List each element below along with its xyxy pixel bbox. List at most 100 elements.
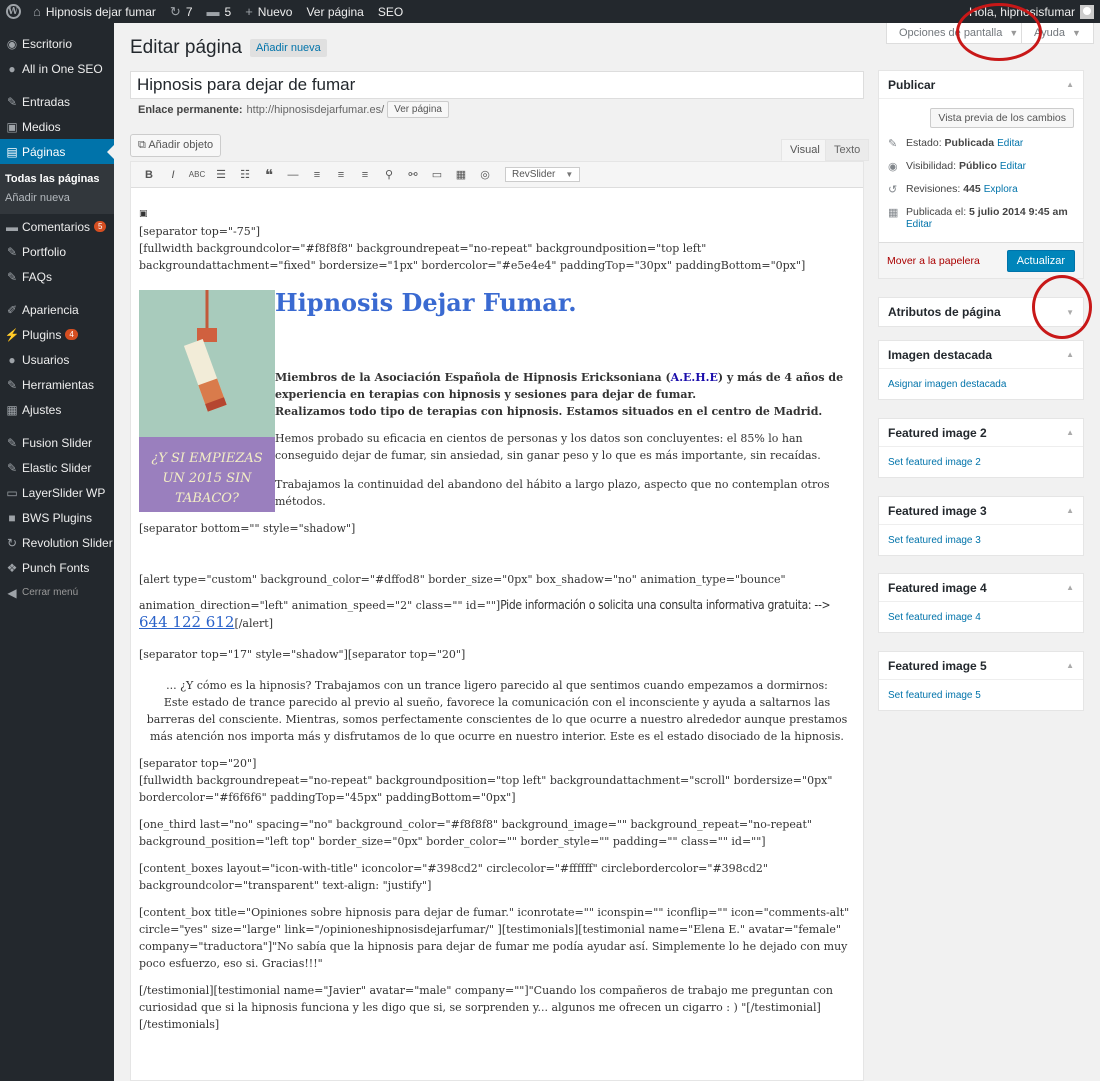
blockquote-icon[interactable]: ❝ bbox=[257, 166, 281, 184]
chevron-up-icon[interactable]: ▲ bbox=[1066, 428, 1074, 437]
tab-text[interactable]: Texto bbox=[825, 139, 870, 161]
edit-visibility-link[interactable]: Editar bbox=[1000, 161, 1026, 172]
menu-plugins[interactable]: ⚡ Plugins 4 bbox=[0, 322, 114, 347]
collapse-menu[interactable]: ◀ Cerrar menú bbox=[0, 580, 114, 605]
strikethrough-icon[interactable]: ABC bbox=[185, 170, 209, 179]
set-featured-image-2-link[interactable]: Set featured image 2 bbox=[888, 457, 981, 468]
chevron-up-icon[interactable]: ▲ bbox=[1066, 661, 1074, 670]
link-icon[interactable]: ⚲ bbox=[377, 168, 401, 181]
menu-aioseo[interactable]: ● All in One SEO bbox=[0, 56, 114, 81]
view-page-button[interactable]: Ver página bbox=[387, 101, 449, 118]
set-featured-image-4-link[interactable]: Set featured image 4 bbox=[888, 612, 981, 623]
updates-link[interactable]: ↻ 7 bbox=[163, 0, 200, 23]
home-icon: ⌂ bbox=[33, 4, 41, 19]
toolbar-toggle-icon[interactable]: ▦ bbox=[449, 168, 473, 181]
publish-box-header[interactable]: Publicar ▲ bbox=[879, 71, 1083, 99]
bold-icon[interactable]: B bbox=[137, 169, 161, 181]
editor[interactable]: B I ABC ☰ ☷ ❝ — ≡ ≡ ≡ ⚲ ⚯ ▭ ▦ ◎ RevSlide… bbox=[130, 161, 864, 1081]
revslider-dropdown[interactable]: RevSlider ▼ bbox=[505, 167, 581, 182]
chevron-up-icon[interactable]: ▲ bbox=[1066, 583, 1074, 592]
revisions-icon: ↺ bbox=[888, 184, 898, 196]
unlink-icon[interactable]: ⚯ bbox=[401, 168, 425, 181]
menu-comments[interactable]: ▬ Comentarios 5 bbox=[0, 214, 114, 239]
status-row: ✎ Estado: Publicada Editar bbox=[888, 137, 1074, 150]
site-name-link[interactable]: ⌂ Hipnosis dejar fumar bbox=[26, 0, 163, 23]
aehe-link[interactable]: A.E.H.E bbox=[671, 371, 718, 384]
post-title-input[interactable]: Hipnosis para dejar de fumar bbox=[130, 71, 864, 99]
featured-image-header[interactable]: Imagen destacada ▲ bbox=[879, 341, 1083, 369]
menu-revolution-slider[interactable]: ↻ Revolution Slider bbox=[0, 530, 114, 555]
chevron-up-icon[interactable]: ▲ bbox=[1066, 80, 1074, 89]
chevron-up-icon[interactable]: ▲ bbox=[1066, 506, 1074, 515]
set-featured-image-5-link[interactable]: Set featured image 5 bbox=[888, 690, 981, 701]
set-featured-image-link[interactable]: Asignar imagen destacada bbox=[888, 379, 1006, 390]
chevron-up-icon[interactable]: ▲ bbox=[1066, 350, 1074, 359]
featured-image-4-header[interactable]: Featured image 4 ▲ bbox=[879, 574, 1083, 602]
featured-image-5-body: Set featured image 5 bbox=[879, 680, 1083, 710]
seo-label: SEO bbox=[377, 4, 404, 19]
menu-settings[interactable]: ▦ Ajustes bbox=[0, 397, 114, 422]
submenu-all-pages[interactable]: Todas las páginas bbox=[0, 170, 114, 189]
page-title: Editar página bbox=[130, 37, 242, 58]
hero-bold-text: Realizamos todo tipo de terapias con hip… bbox=[275, 405, 823, 418]
submenu-add-new[interactable]: Añadir nueva bbox=[0, 189, 114, 208]
menu-dashboard[interactable]: ◉ Escritorio bbox=[0, 31, 114, 56]
featured-image-5-header[interactable]: Featured image 5 ▲ bbox=[879, 652, 1083, 680]
menu-pages[interactable]: ▤ Páginas bbox=[0, 139, 114, 164]
avatar bbox=[1080, 4, 1094, 19]
permalink-url[interactable]: http://hipnosisdejarfumar.es/ bbox=[247, 104, 385, 116]
menu-users[interactable]: ● Usuarios bbox=[0, 347, 114, 372]
phone-link[interactable]: 644 122 612 bbox=[139, 613, 234, 631]
add-media-label: Añadir objeto bbox=[148, 139, 214, 151]
revslider-label: RevSlider bbox=[512, 169, 556, 180]
menu-posts[interactable]: ✎ Entradas bbox=[0, 89, 114, 114]
layers-icon[interactable]: ◎ bbox=[473, 168, 497, 181]
alert-shortcode: animation_direction="left" animation_spe… bbox=[139, 599, 501, 612]
menu-tools[interactable]: ✎ Herramientas bbox=[0, 372, 114, 397]
wordpress-logo-icon[interactable]: W bbox=[2, 1, 24, 23]
featured-image-2-body: Set featured image 2 bbox=[879, 447, 1083, 477]
bullet-list-icon[interactable]: ☰ bbox=[209, 168, 233, 181]
plugins-badge: 4 bbox=[65, 329, 78, 340]
move-to-trash-link[interactable]: Mover a la papelera bbox=[887, 255, 980, 267]
menu-appearance[interactable]: ✐ Apariencia bbox=[0, 297, 114, 322]
italic-icon[interactable]: I bbox=[161, 169, 185, 181]
edit-status-link[interactable]: Editar bbox=[997, 138, 1023, 149]
align-left-icon[interactable]: ≡ bbox=[305, 169, 329, 181]
menu-portfolio[interactable]: ✎ Portfolio bbox=[0, 239, 114, 264]
hero-image[interactable]: ¿Y SI EMPIEZAS UN 2015 SIN TABACO? bbox=[139, 290, 275, 512]
seo-link[interactable]: SEO bbox=[371, 0, 410, 23]
update-button[interactable]: Actualizar bbox=[1006, 249, 1075, 272]
tab-visual[interactable]: Visual bbox=[781, 139, 829, 161]
pin-icon: ✎ bbox=[888, 138, 898, 150]
menu-elastic-slider[interactable]: ✎ Elastic Slider bbox=[0, 455, 114, 480]
preview-changes-button[interactable]: Vista previa de los cambios bbox=[930, 108, 1074, 128]
add-media-button[interactable]: ⧉ Añadir objeto bbox=[130, 134, 222, 157]
add-new-page-button[interactable]: Añadir nueva bbox=[249, 39, 327, 57]
align-center-icon[interactable]: ≡ bbox=[329, 169, 353, 181]
shortcode-line: [one_third last="no" spacing="no" backgr… bbox=[139, 818, 812, 848]
browse-revisions-link[interactable]: Explora bbox=[984, 184, 1018, 195]
menu-bws-plugins[interactable]: ■ BWS Plugins bbox=[0, 505, 114, 530]
numbered-list-icon[interactable]: ☷ bbox=[233, 168, 257, 181]
set-featured-image-3-link[interactable]: Set featured image 3 bbox=[888, 535, 981, 546]
featured-image-3-header[interactable]: Featured image 3 ▲ bbox=[879, 497, 1083, 525]
menu-media[interactable]: ▣ Medios bbox=[0, 114, 114, 139]
image-placeholder-icon: ▣ bbox=[139, 209, 148, 219]
editor-body[interactable]: ▣ [separator top="-75"] [fullwidth backg… bbox=[131, 188, 863, 1033]
menu-fusion-slider[interactable]: ✎ Fusion Slider bbox=[0, 430, 114, 455]
alert-end: [/alert] bbox=[234, 617, 273, 630]
featured-image-2-header[interactable]: Featured image 2 ▲ bbox=[879, 419, 1083, 447]
horizontal-rule-icon[interactable]: — bbox=[281, 169, 305, 181]
new-content-link[interactable]: + Nuevo bbox=[238, 0, 299, 23]
menu-punch-fonts[interactable]: ❖ Punch Fonts bbox=[0, 555, 114, 580]
align-right-icon[interactable]: ≡ bbox=[353, 169, 377, 181]
centered-paragraph: Este estado de trance parecido al previo… bbox=[146, 696, 848, 743]
view-page-link[interactable]: Ver página bbox=[299, 0, 370, 23]
menu-faqs[interactable]: ✎ FAQs bbox=[0, 264, 114, 289]
edit-date-link[interactable]: Editar bbox=[906, 219, 932, 230]
menu-label: Escritorio bbox=[22, 36, 73, 51]
read-more-icon[interactable]: ▭ bbox=[425, 168, 449, 181]
comments-link[interactable]: ▬ 5 bbox=[200, 0, 239, 23]
menu-layerslider[interactable]: ▭ LayerSlider WP bbox=[0, 480, 114, 505]
